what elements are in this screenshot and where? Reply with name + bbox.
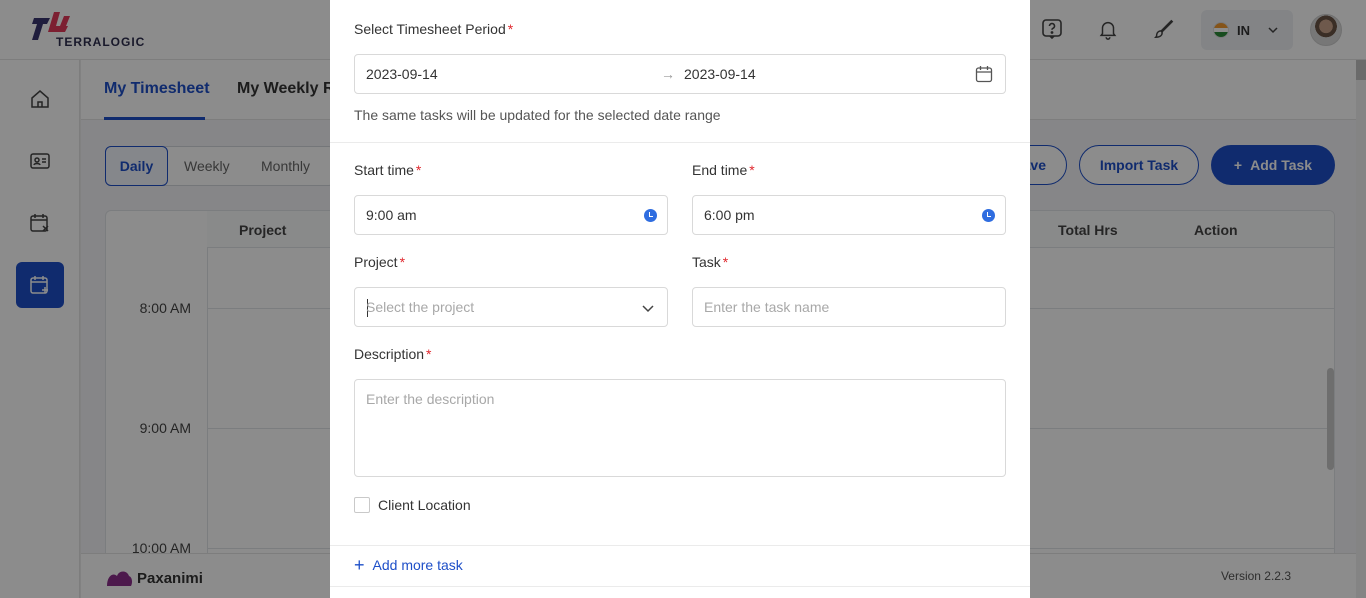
description-textarea[interactable]: Enter the description: [354, 379, 1006, 477]
end-time-label: End time *: [692, 162, 755, 178]
project-select[interactable]: Select the project: [354, 287, 668, 327]
start-time-label: Start time *: [354, 162, 422, 178]
task-label: Task *: [692, 254, 729, 270]
date-range-hint: The same tasks will be updated for the s…: [354, 107, 721, 123]
description-label: Description *: [354, 346, 432, 362]
project-placeholder: Select the project: [366, 299, 475, 315]
clock-icon[interactable]: [644, 209, 657, 222]
end-time-value: 6:00 pm: [704, 207, 755, 223]
start-time-value: 9:00 am: [366, 207, 417, 223]
add-more-task-button[interactable]: + Add more task: [354, 555, 463, 575]
divider: [330, 545, 1030, 546]
clock-icon[interactable]: [982, 209, 995, 222]
project-label: Project *: [354, 254, 406, 270]
task-name-input[interactable]: Enter the task name: [692, 287, 1006, 327]
end-date-value[interactable]: 2023-09-14: [684, 66, 756, 82]
divider: [330, 142, 1030, 143]
add-task-modal: Select Timesheet Period * 2023-09-14 → 20…: [330, 0, 1030, 598]
start-date-value[interactable]: 2023-09-14: [366, 66, 438, 82]
period-label: Select Timesheet Period *: [354, 21, 514, 37]
task-placeholder: Enter the task name: [704, 299, 830, 315]
plus-icon: +: [354, 555, 365, 575]
chevron-down-icon[interactable]: [641, 301, 655, 315]
divider: [330, 586, 1030, 587]
date-range-picker[interactable]: 2023-09-14 → 2023-09-14: [354, 54, 1006, 94]
description-placeholder: Enter the description: [366, 391, 495, 407]
add-more-label: Add more task: [372, 557, 463, 573]
end-time-picker[interactable]: 6:00 pm: [692, 195, 1006, 235]
client-location-label[interactable]: Client Location: [378, 497, 471, 513]
start-time-picker[interactable]: 9:00 am: [354, 195, 668, 235]
range-arrow-icon: →: [661, 66, 675, 82]
client-location-checkbox[interactable]: [354, 497, 370, 513]
calendar-icon[interactable]: [975, 65, 993, 83]
